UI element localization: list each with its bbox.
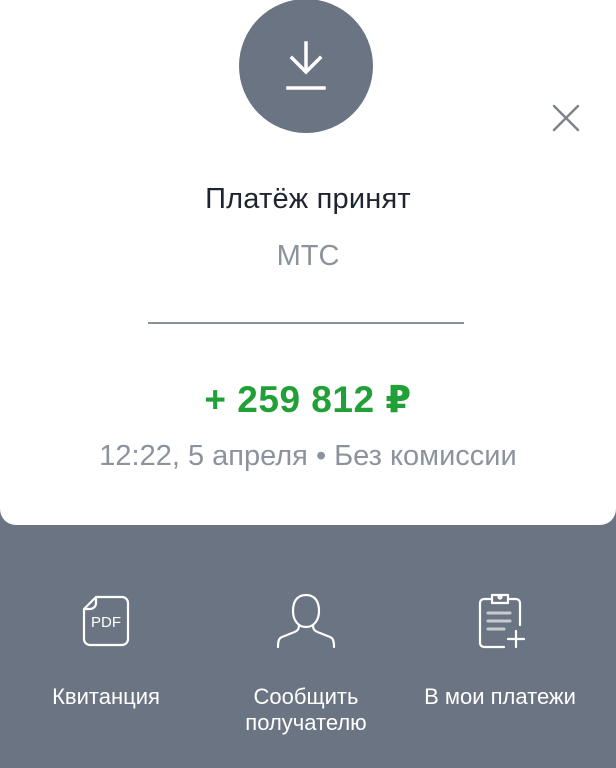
payment-status-title: Платёж принят bbox=[205, 183, 411, 215]
divider bbox=[148, 322, 464, 324]
receipt-label: Квитанция bbox=[52, 684, 160, 709]
payment-card: Платёж принят МТС + 259 812 ₽ 12:22, 5 а… bbox=[0, 0, 616, 525]
recipient-name: МТС bbox=[276, 240, 340, 272]
close-button[interactable] bbox=[548, 100, 584, 136]
download-icon bbox=[239, 0, 373, 133]
pdf-icon: PDF bbox=[74, 589, 138, 653]
notify-recipient-label: Сообщить получателю bbox=[206, 684, 406, 736]
svg-text:PDF: PDF bbox=[91, 614, 121, 631]
clipboard-add-icon bbox=[468, 589, 532, 653]
notify-label-line1: Сообщить bbox=[253, 684, 359, 709]
notify-label-line2: получателю bbox=[245, 710, 367, 735]
person-icon bbox=[274, 589, 338, 653]
payment-details: 12:22, 5 апреля • Без комиссии bbox=[99, 440, 517, 472]
add-to-my-payments-button[interactable]: В мои платежи bbox=[400, 589, 600, 710]
add-to-my-payments-label: В мои платежи bbox=[424, 684, 576, 709]
payment-result-screen: Платёж принят МТС + 259 812 ₽ 12:22, 5 а… bbox=[0, 0, 616, 768]
close-icon bbox=[551, 103, 581, 133]
payment-amount: + 259 812 ₽ bbox=[204, 379, 412, 420]
notify-recipient-button[interactable]: Сообщить получателю bbox=[206, 589, 406, 736]
receipt-button[interactable]: PDF Квитанция bbox=[6, 589, 206, 710]
action-bar: PDF Квитанция Сообщить получателю В мои … bbox=[0, 525, 616, 768]
